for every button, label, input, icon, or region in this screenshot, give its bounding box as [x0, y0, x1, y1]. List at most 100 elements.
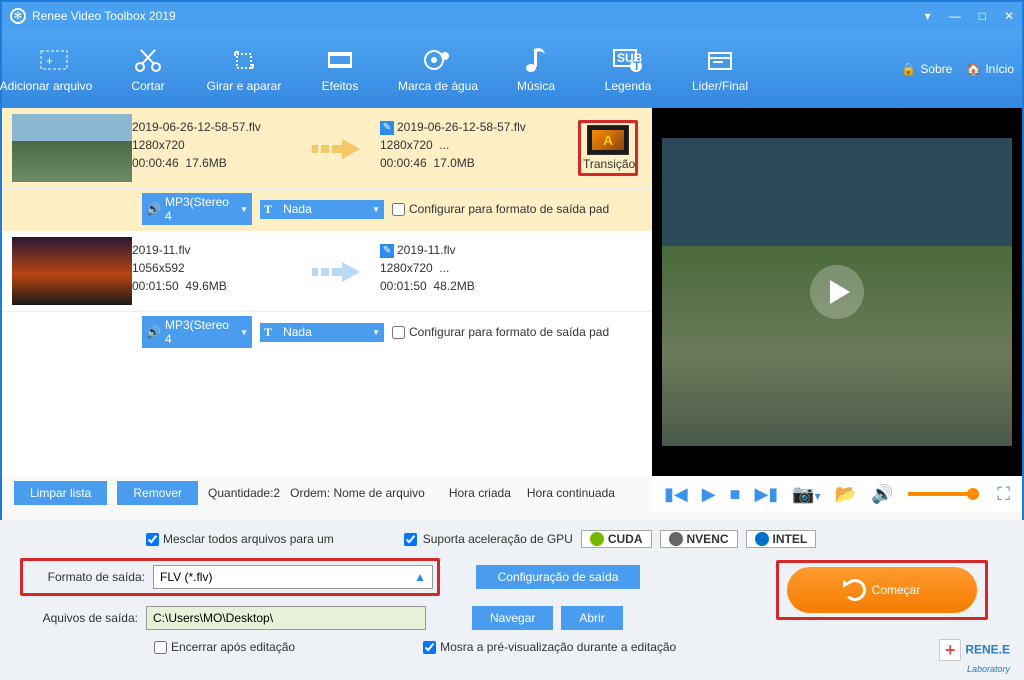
home-link[interactable]: 🏠Início: [966, 62, 1014, 76]
toolbar-effects[interactable]: Efeitos: [294, 45, 386, 93]
app-logo-icon: ✻: [10, 8, 26, 24]
output-config-button[interactable]: Configuração de saída: [476, 565, 640, 589]
file-list: 2019-06-26-12-58-57.flv 1280x720 00:00:4…: [2, 108, 652, 476]
output-path-field[interactable]: C:\Users\MO\Desktop\: [146, 606, 426, 630]
maximize-button[interactable]: □: [979, 9, 986, 23]
text-chip[interactable]: T Nada▼: [260, 200, 384, 219]
transition-icon: [587, 125, 629, 155]
chevron-down-icon: ▼: [372, 328, 380, 337]
open-button[interactable]: Abrir: [561, 606, 622, 630]
subtitle-icon: SUBT: [611, 45, 645, 75]
window-buttons: ▾ ― □ ✕: [925, 9, 1014, 23]
format-label: Formato de saída:: [27, 570, 145, 584]
edit-icon[interactable]: ✎: [380, 244, 394, 258]
toolbar-leader-final[interactable]: Lider/Final: [674, 45, 766, 93]
start-button-highlight: Começar: [776, 560, 988, 620]
speaker-icon: 🔊: [146, 325, 161, 339]
prev-button[interactable]: ▮◀: [664, 484, 688, 505]
svg-text:T: T: [633, 59, 641, 73]
chevron-down-icon: ▼: [240, 328, 248, 337]
sort-continued[interactable]: Hora continuada: [527, 486, 615, 500]
scissors-icon: [131, 45, 165, 75]
chevron-down-icon: ▼: [240, 205, 248, 214]
file-input-info: 2019-11.flv 1056x592 00:01:50 49.6MB: [132, 237, 294, 295]
audio-chip[interactable]: 🔊MP3(Stereo 4▼: [142, 193, 252, 225]
toolbar-cut[interactable]: Cortar: [102, 45, 194, 93]
audio-chip[interactable]: 🔊MP3(Stereo 4▼: [142, 316, 252, 348]
show-preview-checkbox[interactable]: Mosra a pré-visualização durante a edita…: [423, 640, 676, 654]
stop-button[interactable]: ■: [730, 484, 741, 505]
remove-button[interactable]: Remover: [117, 481, 198, 505]
svg-text:+: +: [46, 54, 53, 68]
lock-icon: 🔒: [901, 62, 916, 76]
close-after-checkbox[interactable]: Encerrar após editação: [154, 640, 295, 654]
brand-logo: +RENE.E Laboratory: [939, 639, 1010, 674]
speaker-icon: 🔊: [146, 202, 161, 216]
open-folder-button[interactable]: 📂: [835, 484, 857, 505]
volume-button[interactable]: 🔊: [871, 484, 893, 505]
intel-badge: INTEL: [746, 530, 817, 548]
arrow-icon: [312, 257, 362, 287]
slate-icon: [703, 45, 737, 75]
close-button[interactable]: ✕: [1004, 9, 1014, 23]
file-input-info: 2019-06-26-12-58-57.flv 1280x720 00:00:4…: [132, 114, 294, 172]
edit-icon[interactable]: ✎: [380, 121, 394, 135]
toolbar-rotate-crop[interactable]: Girar e aparar: [194, 45, 294, 93]
file-row-chips: 🔊MP3(Stereo 4▼ T Nada▼ Configurar para f…: [2, 312, 652, 354]
crop-icon: [227, 45, 261, 75]
file-row[interactable]: 2019-11.flv 1056x592 00:01:50 49.6MB ✎20…: [2, 231, 652, 312]
plus-icon: +: [939, 639, 961, 661]
dropdown-icon[interactable]: ▾: [925, 9, 931, 23]
clear-list-button[interactable]: Limpar lista: [14, 481, 107, 505]
nvenc-badge: NVENC: [660, 530, 738, 548]
text-chip[interactable]: T Nada▼: [260, 323, 384, 342]
toolbar-watermark[interactable]: Marca de água: [386, 45, 490, 93]
video-preview: [652, 108, 1022, 476]
chevron-up-icon: ▲: [414, 570, 426, 584]
padding-checkbox[interactable]: Configurar para formato de saída pad: [392, 325, 609, 339]
play-overlay-button[interactable]: [810, 265, 864, 319]
output-path-label: Aquivos de saída:: [20, 611, 138, 625]
quantity-label: Quantidade:2: [208, 486, 280, 500]
padding-checkbox[interactable]: Configurar para formato de saída pad: [392, 202, 609, 216]
file-row[interactable]: 2019-06-26-12-58-57.flv 1280x720 00:00:4…: [2, 108, 652, 189]
output-format-group: Formato de saída: FLV (*.flv) ▲: [20, 558, 440, 596]
main-area: 2019-06-26-12-58-57.flv 1280x720 00:00:4…: [2, 108, 1022, 476]
cuda-badge: CUDA: [581, 530, 652, 548]
order-label: Ordem: Nome de arquivo: [290, 486, 425, 500]
start-button[interactable]: Começar: [787, 567, 977, 613]
sort-created[interactable]: Hora criada: [449, 486, 511, 500]
file-output-info: ✎2019-11.flv 1280x720 ... 00:01:50 48.2M…: [380, 237, 560, 295]
gpu-checkbox[interactable]: Suporta aceleração de GPU: [404, 532, 573, 546]
merge-checkbox[interactable]: Mesclar todos arquivos para um: [146, 532, 334, 546]
music-icon: [519, 45, 553, 75]
transition-button[interactable]: Transição: [578, 120, 638, 176]
list-actions-bar: Limpar lista Remover Quantidade:2 Ordem:…: [14, 476, 644, 510]
file-output-info: ✎2019-06-26-12-58-57.flv 1280x720 ... 00…: [380, 114, 560, 172]
chevron-down-icon: ▼: [372, 205, 380, 214]
toolbar-add-file[interactable]: + Adicionar arquivo: [10, 45, 102, 93]
film-icon: [323, 45, 357, 75]
file-row-chips: 🔊MP3(Stereo 4▼ T Nada▼ Configurar para f…: [2, 189, 652, 231]
snapshot-button[interactable]: 📷▾: [792, 484, 820, 505]
toolbar-music[interactable]: Música: [490, 45, 582, 93]
file-thumbnail: [12, 237, 132, 305]
format-combobox[interactable]: FLV (*.flv) ▲: [153, 565, 433, 589]
fullscreen-button[interactable]: ⛶: [997, 484, 1010, 505]
preview-controls: ▮◀ ▶ ■ ▶▮ 📷▾ 📂 🔊 ⛶: [652, 476, 1022, 512]
home-icon: 🏠: [966, 62, 981, 76]
minimize-button[interactable]: ―: [949, 9, 961, 23]
app-title: Renee Video Toolbox 2019: [32, 9, 176, 23]
titlebar: ✻ Renee Video Toolbox 2019 ▾ ― □ ✕: [2, 2, 1022, 30]
refresh-icon: [844, 579, 866, 601]
volume-slider[interactable]: [908, 492, 974, 496]
add-file-icon: +: [39, 45, 73, 75]
main-toolbar: + Adicionar arquivo Cortar Girar e apara…: [2, 30, 1022, 108]
watermark-icon: [421, 45, 455, 75]
play-button[interactable]: ▶: [702, 484, 716, 505]
file-thumbnail: [12, 114, 132, 182]
browse-button[interactable]: Navegar: [472, 606, 553, 630]
about-link[interactable]: 🔒Sobre: [901, 62, 952, 76]
toolbar-subtitle[interactable]: SUBT Legenda: [582, 45, 674, 93]
next-button[interactable]: ▶▮: [754, 484, 778, 505]
